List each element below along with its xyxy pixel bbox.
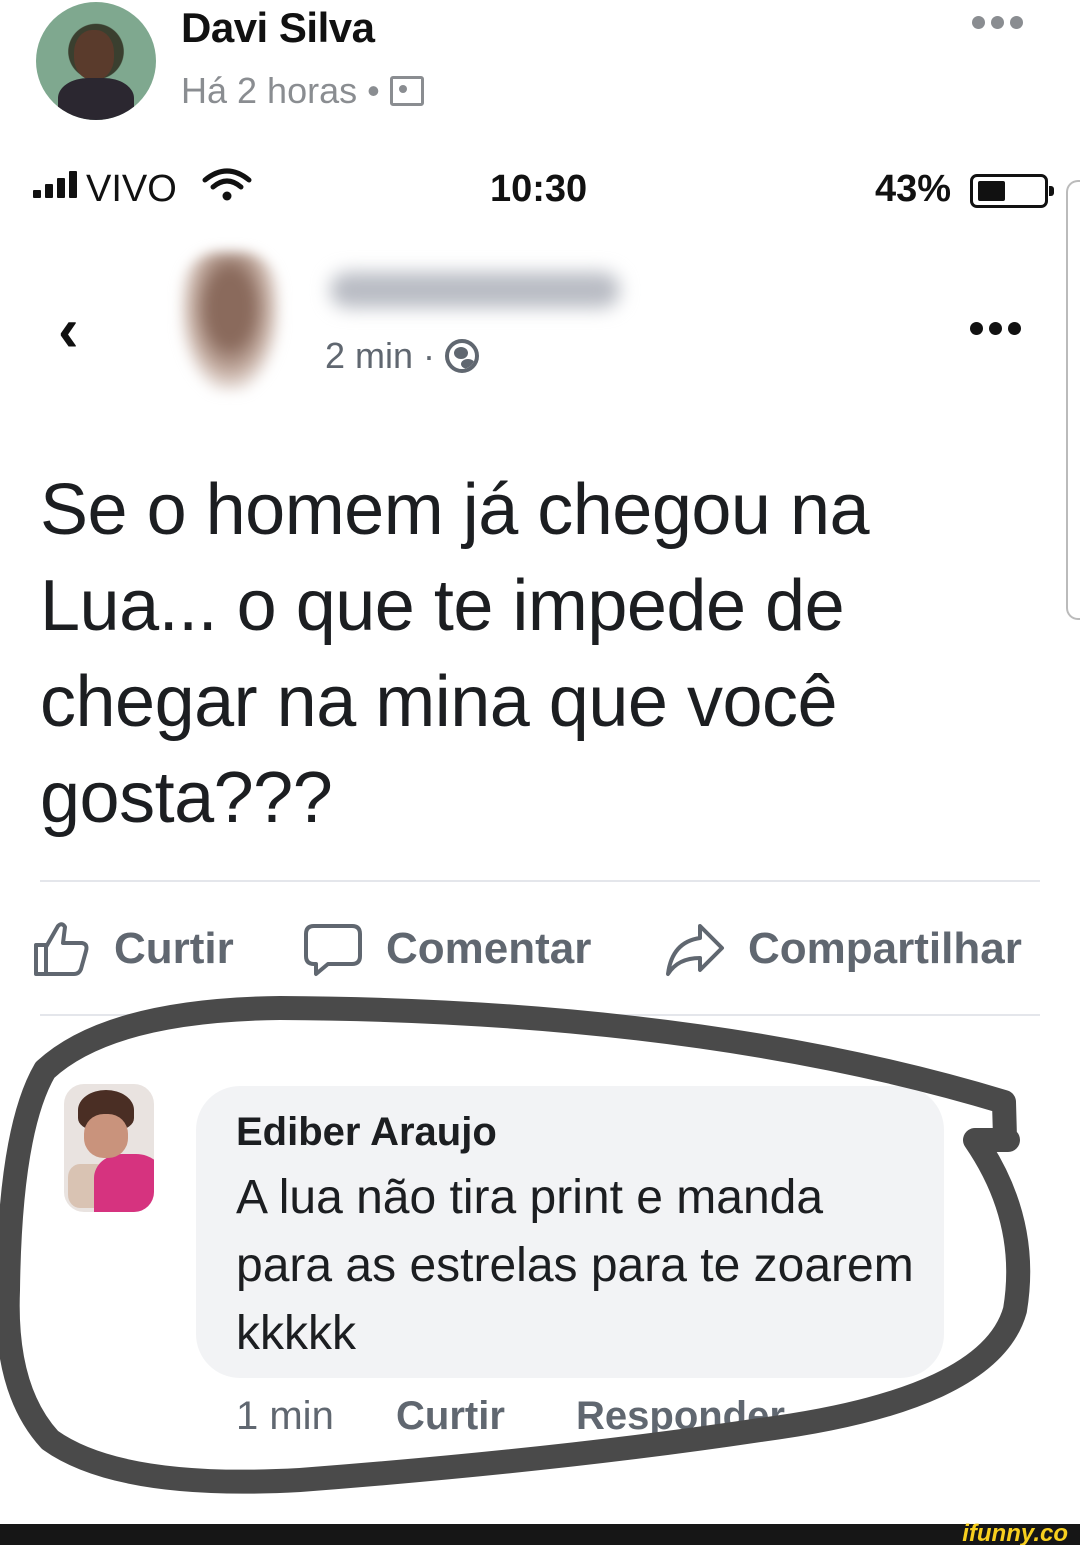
post-text: Se o homem já chegou na Lua... o que te … — [40, 470, 870, 838]
like-button[interactable]: Curtir — [30, 918, 234, 980]
edge-artifact — [1066, 180, 1080, 620]
comment-button[interactable]: Comentar — [302, 918, 591, 980]
more-dots-icon[interactable] — [970, 322, 1021, 335]
meta-separator: · — [423, 335, 436, 376]
comment-bubble-icon — [304, 924, 362, 976]
meta-separator: • — [367, 70, 380, 111]
carrier-name: VIVO — [86, 168, 177, 210]
battery-icon — [970, 174, 1054, 208]
post-action-bar: Curtir Comentar Compartilhar — [0, 908, 1080, 992]
inner-author-avatar-blurred[interactable] — [180, 252, 280, 392]
inner-post-meta: 2 min · — [325, 335, 480, 377]
ifunny-watermark: ifunny.co — [962, 1520, 1068, 1545]
phone-status-bar: VIVO 10:30 43% — [0, 160, 1080, 220]
share-button[interactable]: Compartilhar — [664, 918, 1022, 980]
back-chevron-icon[interactable]: ‹ — [58, 300, 79, 362]
outer-author-avatar[interactable] — [36, 2, 156, 120]
outer-post-header: Davi Silva Há 2 horas • — [0, 0, 1080, 130]
comment-like-button[interactable]: Curtir — [396, 1394, 505, 1439]
photo-icon — [389, 76, 424, 106]
divider — [40, 1014, 1040, 1016]
wifi-icon — [202, 168, 252, 201]
inner-author-name-blurred — [330, 272, 620, 308]
inner-post-time[interactable]: 2 min — [325, 335, 413, 377]
more-dots-icon[interactable] — [972, 16, 1023, 29]
like-label: Curtir — [114, 924, 234, 973]
watermark-bar: ifunny.co — [0, 1520, 1080, 1545]
outer-post-time[interactable]: Há 2 horas — [181, 70, 357, 112]
outer-post-meta: Há 2 horas • — [181, 70, 424, 112]
comment-label: Comentar — [386, 924, 592, 973]
signal-icon — [33, 170, 77, 198]
comment-text: A lua não tira print e manda para as est… — [236, 1171, 914, 1360]
comment-time[interactable]: 1 min — [236, 1394, 334, 1439]
comment-author-name[interactable]: Ediber Araujo — [236, 1110, 497, 1155]
battery-percent: 43% — [875, 168, 952, 210]
commenter-avatar[interactable] — [64, 1084, 154, 1212]
status-time: 10:30 — [490, 168, 588, 210]
globe-icon — [445, 339, 480, 373]
share-arrow-icon — [666, 924, 724, 976]
thumbs-up-icon — [34, 922, 89, 976]
divider — [40, 880, 1040, 882]
share-label: Compartilhar — [748, 924, 1022, 973]
comment-reply-button[interactable]: Responder — [576, 1394, 785, 1439]
outer-author-name[interactable]: Davi Silva — [181, 4, 375, 52]
